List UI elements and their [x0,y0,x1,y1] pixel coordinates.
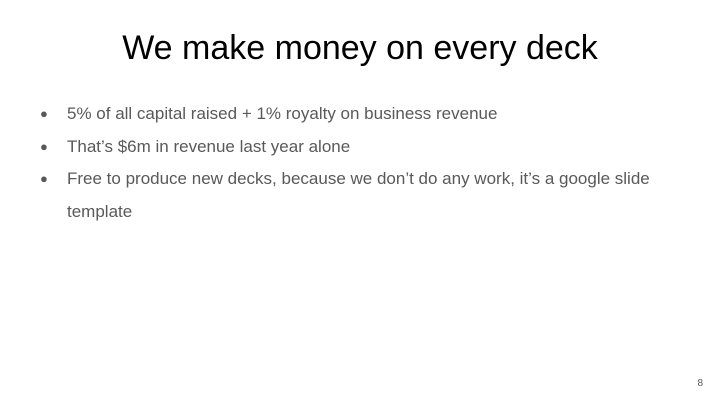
bullet-text: That’s $6m in revenue last year alone [67,136,351,156]
bullet-item: ● That’s $6m in revenue last year alone [40,131,690,164]
bullet-list: ● 5% of all capital raised + 1% royalty … [40,98,690,228]
bullet-text: Free to produce new decks, because we do… [67,169,650,221]
slide: We make money on every deck ● 5% of all … [0,0,720,405]
bullet-dot-icon: ● [40,106,48,121]
bullet-text: 5% of all capital raised + 1% royalty on… [67,104,498,123]
slide-title: We make money on every deck [122,29,598,67]
bullet-item: ● Free to produce new decks, because we … [40,163,690,228]
page-number: 8 [697,378,703,389]
bullet-item: ● 5% of all capital raised + 1% royalty … [40,98,690,131]
bullet-dot-icon: ● [40,171,48,186]
bullet-dot-icon: ● [40,138,48,154]
